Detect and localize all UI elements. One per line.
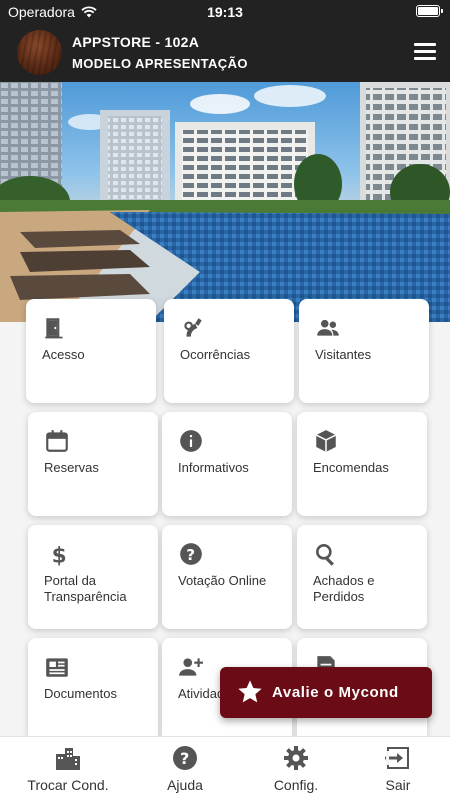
svg-text:?: ? [186,546,195,564]
rate-app-label: Avalie o Mycond [272,684,399,701]
nav-sair[interactable]: Sair [360,737,436,800]
tile-informativos[interactable]: Informativos [162,412,292,516]
tile-documentos[interactable]: Documentos [28,638,158,742]
nav-trocar-cond[interactable]: Trocar Cond. [18,737,118,800]
newspaper-icon [46,658,68,677]
nav-config[interactable]: Config. [256,737,336,800]
nav-ajuda[interactable]: ? Ajuda [145,737,225,800]
nav-label: Config. [273,777,319,793]
rate-app-button[interactable]: Avalie o Mycond [220,667,432,718]
tile-label: Achados e Perdidos [313,573,375,604]
question-icon: ? [180,543,202,565]
tile-label: Encomendas [313,460,389,475]
battery-icon [416,5,443,17]
tile-visitantes[interactable]: Visitantes [299,299,429,403]
tile-label: Reservas [44,460,99,475]
search-icon [316,544,335,566]
gear-icon [284,746,308,770]
svg-text:$: $ [52,544,67,567]
dollar-icon: $ [52,544,67,567]
app-screen: Operadora 19:13 APPSTORE - 102A MODELO A… [0,0,450,800]
status-bar: Operadora 19:13 [0,0,450,24]
clock: 19:13 [207,4,243,20]
tile-label: Votação Online [178,573,267,588]
info-icon [180,430,202,452]
condo-subtitle: MODELO APRESENTAÇÃO [72,56,248,71]
megaphone-icon [184,318,202,337]
pool-illustration [0,82,450,322]
svg-text:?: ? [180,749,189,768]
tile-votacao-online[interactable]: ? Votação Online [162,525,292,629]
banner-image [0,82,450,322]
tile-label: Ocorrências [180,347,251,362]
people-icon [317,319,339,336]
tile-encomendas[interactable]: Encomendas [297,412,427,516]
bottom-nav: Trocar Cond. ? Ajuda Config. Sair [0,736,450,800]
star-icon [238,680,262,703]
nav-label: Sair [385,777,411,793]
tile-label: Portal da Transparência [44,573,127,604]
tile-ocorrencias[interactable]: Ocorrências [164,299,294,403]
condo-avatar [17,30,62,75]
tile-portal-transparencia[interactable]: $ Portal da Transparência [28,525,158,629]
nav-label: Trocar Cond. [27,777,109,793]
tile-reservas[interactable]: Reservas [28,412,158,516]
tile-achados-perdidos[interactable]: Achados e Perdidos [297,525,427,629]
door-icon [45,318,63,339]
tile-label: Informativos [178,460,249,475]
person-add-icon [179,658,203,676]
building-icon [56,748,80,770]
hamburger-menu-icon[interactable] [414,43,436,61]
tile-label: Visitantes [315,347,372,362]
help-icon: ? [173,746,197,770]
nav-label: Ajuda [167,777,203,793]
tile-label: Acesso [42,347,85,362]
tile-label: Documentos [44,686,117,701]
tile-acesso[interactable]: Acesso [26,299,156,403]
package-icon [315,430,337,452]
app-header: APPSTORE - 102A MODELO APRESENTAÇÃO [0,24,450,82]
condo-title: APPSTORE - 102A [72,34,200,50]
logout-icon [385,747,409,769]
calendar-icon [46,430,68,452]
